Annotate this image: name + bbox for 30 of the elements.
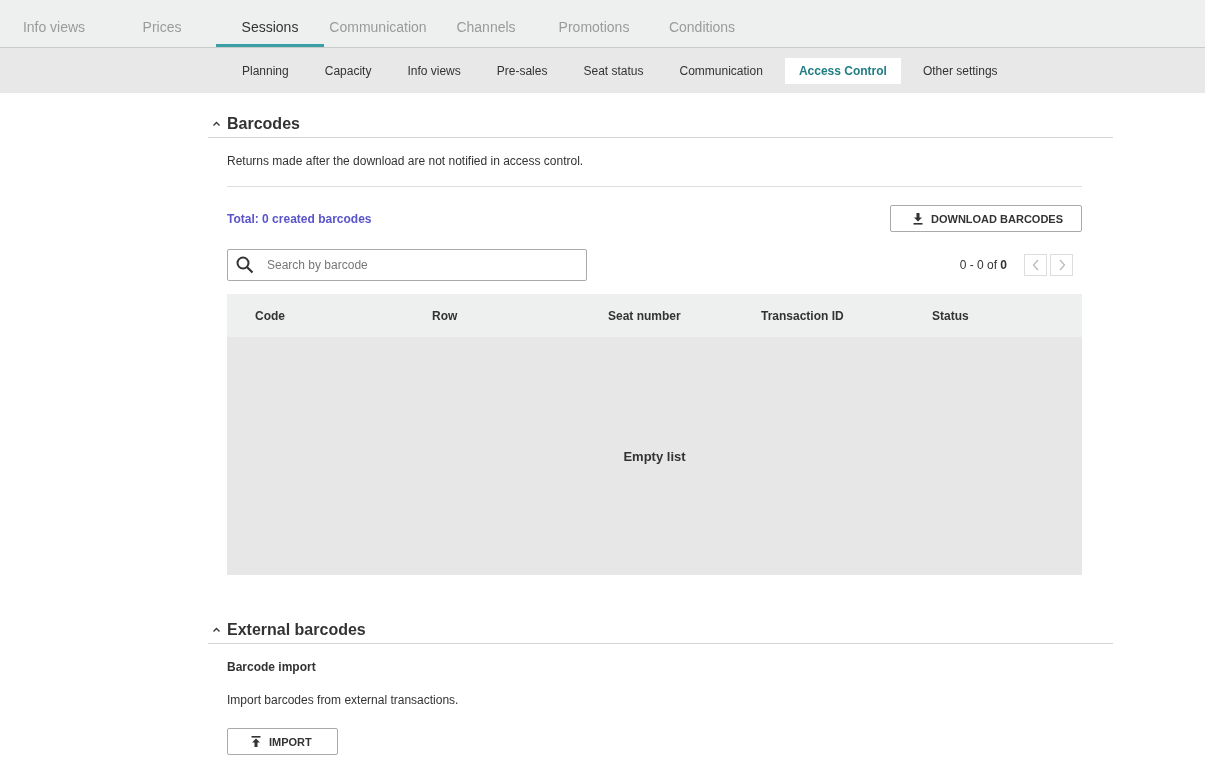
pagination-range: 0 - 0 of 0 [959,258,1007,272]
column-header: Row [431,308,459,323]
chevron-up-icon[interactable] [212,626,221,634]
chevron-up-icon[interactable] [212,120,221,128]
sub-tab[interactable]: Access Control [784,57,901,84]
column-header: Status [931,308,970,323]
search-field[interactable]: Search by barcode [227,249,587,281]
column-header: Seat number [607,308,682,323]
download-button[interactable]: DOWNLOAD BARCODES [890,205,1082,232]
sub-tab[interactable]: Planning [228,57,303,84]
section-title: External barcodes [227,621,366,639]
empty-list-text: Empty list [623,448,686,464]
sub-tab[interactable]: Capacity [310,57,386,84]
chevron-right-icon [1057,259,1066,271]
sub-tab[interactable]: Other settings [908,57,1012,84]
chevron-left-icon [1031,259,1040,271]
total-count: Total: 0 created barcodes [227,211,372,226]
column-header: Code [254,308,286,323]
description-text: Import barcodes from external transactions. [227,692,460,707]
column-header: Transaction ID [760,308,845,323]
upload-icon [251,735,261,748]
import-button[interactable]: IMPORT [227,728,338,755]
download-icon [913,212,923,225]
section-title: Barcodes [227,115,300,133]
sub-tab[interactable]: Pre-sales [482,57,562,84]
subsection-title: Barcode import [227,659,317,674]
notice-text: Returns made after the download are not notified in access control. [227,153,585,170]
sub-tab[interactable]: Info views [393,57,475,84]
sub-tab[interactable]: Seat status [569,57,658,84]
sub-tab[interactable]: Communication [665,57,777,84]
